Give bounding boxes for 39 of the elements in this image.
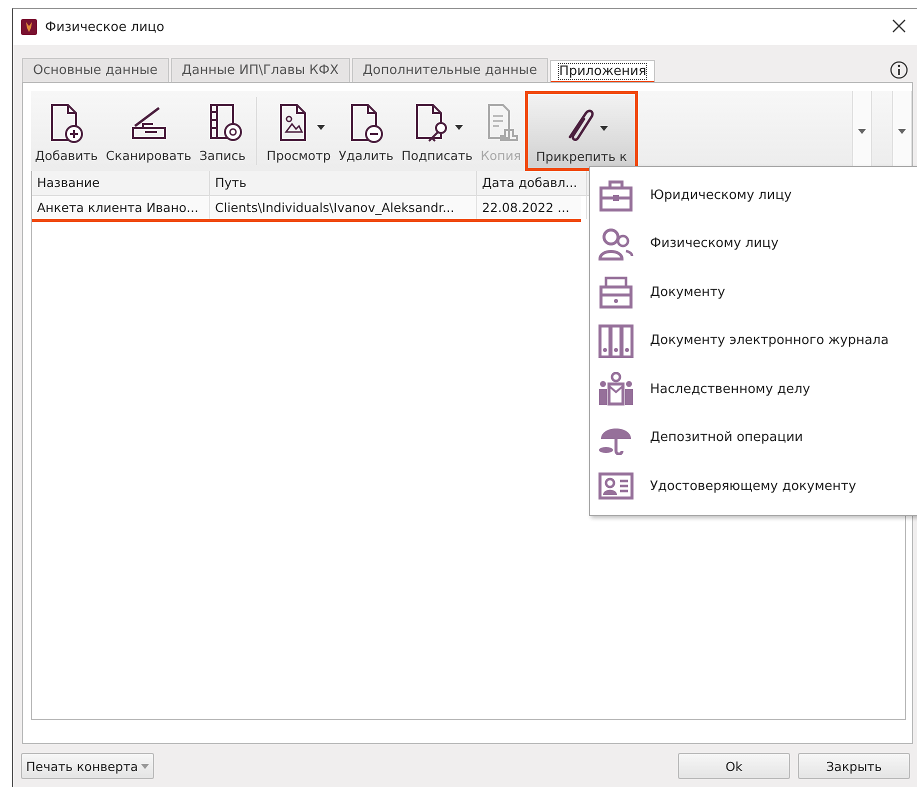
column-header: Дата добавл...: [477, 171, 587, 195]
ok-button[interactable]: Ok: [678, 753, 790, 779]
people-icon: [598, 226, 634, 261]
binders-icon: [598, 324, 634, 358]
family-icon: [598, 372, 634, 406]
caret-icon: [141, 764, 150, 768]
menu-item[interactable]: Наследственному делу: [590, 365, 917, 414]
file-drawer-icon: [598, 275, 634, 310]
close-icon: [892, 19, 906, 33]
menu-item[interactable]: Юридическому лицу: [590, 171, 917, 220]
toolbar-button[interactable]: Подписать: [397, 91, 477, 171]
tab[interactable]: Основные данные: [22, 58, 169, 82]
toolbar-button[interactable]: Сканировать: [102, 91, 196, 171]
menu-item[interactable]: Документу: [590, 268, 917, 316]
envelope-print-button[interactable]: Печать конверта: [21, 753, 154, 779]
toolbar-button[interactable]: Прикрепить к: [525, 91, 638, 171]
table-cell: Clients\Individuals\Ivanov_Aleksandr...: [210, 196, 477, 219]
toolbar-button[interactable]: Добавить: [31, 91, 102, 171]
tab[interactable]: Приложения: [550, 60, 656, 84]
table-cell: Анкета клиента Ивано...: [32, 196, 210, 219]
column-header: Название: [32, 171, 210, 195]
menu-item[interactable]: Физическому лицу: [590, 220, 917, 268]
tab[interactable]: Данные ИП\Главы КФХ: [170, 58, 350, 82]
caret-icon: [858, 128, 866, 134]
toolbar-button[interactable]: Запись: [195, 91, 250, 171]
toolbar-button[interactable]: Просмотр: [262, 91, 335, 171]
app-logo-icon: [21, 19, 37, 35]
tab[interactable]: Дополнительные данные: [352, 58, 548, 82]
info-icon: [890, 60, 908, 78]
menu-item[interactable]: Депозитной операции: [590, 414, 917, 462]
window-title: Физическое лицо: [45, 20, 166, 34]
caret-icon: [898, 128, 906, 134]
close-button[interactable]: Закрыть: [798, 753, 910, 779]
menu-item[interactable]: Документу электронного журнала: [590, 316, 917, 365]
table-cell: 22.08.2022 ...: [477, 196, 587, 219]
toolbar-button[interactable]: Удалить: [334, 91, 398, 171]
column-header: Путь: [210, 171, 477, 195]
briefcase-icon: [598, 178, 634, 212]
menu-item[interactable]: Удостоверяющему документу: [590, 462, 917, 510]
